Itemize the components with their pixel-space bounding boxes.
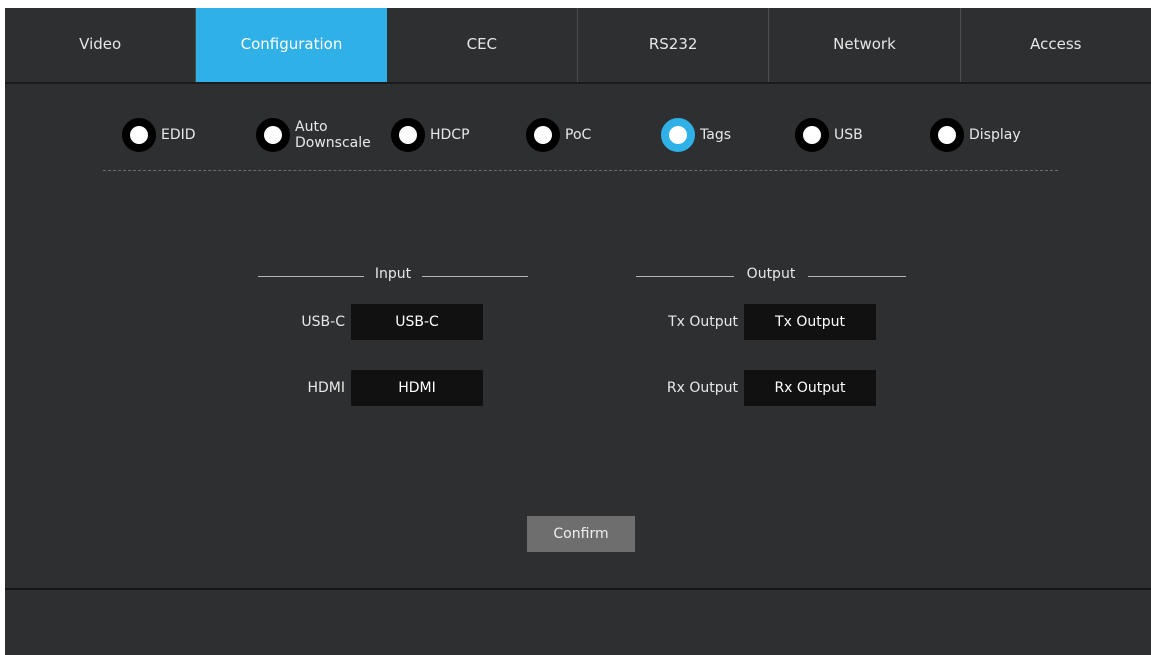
tab-divider [5, 82, 1151, 84]
option-label: EDID [161, 127, 196, 143]
output-tx-tag-field[interactable]: Tx Output [744, 304, 876, 340]
option-auto-downscale[interactable]: Auto Downscale [256, 118, 371, 152]
output-rx-label: Rx Output [666, 380, 738, 396]
output-tx-label: Tx Output [668, 314, 738, 330]
tab-cec[interactable]: CEC [387, 8, 578, 82]
option-label: Auto Downscale [295, 119, 371, 151]
input-usbc-tag-field[interactable]: USB-C [351, 304, 483, 340]
option-label-line1: Auto [295, 119, 328, 135]
tab-video[interactable]: Video [5, 8, 197, 82]
option-display[interactable]: Display [930, 118, 1021, 152]
option-edid[interactable]: EDID [122, 118, 196, 152]
output-section-title: Output [746, 266, 796, 282]
radio-icon [122, 118, 156, 152]
option-label: Tags [700, 127, 731, 143]
radio-selected-icon [661, 118, 695, 152]
radio-icon [526, 118, 560, 152]
output-rx-tag-field[interactable]: Rx Output [744, 370, 876, 406]
radio-icon [930, 118, 964, 152]
input-hdmi-label: HDMI [307, 380, 345, 396]
radio-icon [391, 118, 425, 152]
footer-divider [5, 588, 1151, 590]
dashed-divider [103, 170, 1058, 171]
option-label-line2: Downscale [295, 135, 371, 151]
option-usb[interactable]: USB [795, 118, 863, 152]
tab-network[interactable]: Network [769, 8, 961, 82]
tab-bar: Video Configuration CEC RS232 Network Ac… [5, 8, 1151, 82]
header-rule-right [808, 276, 906, 277]
radio-icon [795, 118, 829, 152]
output-section-header: Output [636, 266, 906, 286]
input-section-title: Input [374, 266, 412, 282]
option-label: HDCP [430, 127, 470, 143]
tab-access[interactable]: Access [961, 8, 1151, 82]
confirm-button[interactable]: Confirm [527, 516, 635, 552]
input-usbc-label: USB-C [301, 314, 345, 330]
tab-rs232[interactable]: RS232 [578, 8, 770, 82]
radio-icon [256, 118, 290, 152]
app-window: Video Configuration CEC RS232 Network Ac… [5, 8, 1151, 655]
option-label: USB [834, 127, 863, 143]
tab-configuration[interactable]: Configuration [196, 8, 387, 82]
option-hdcp[interactable]: HDCP [391, 118, 470, 152]
option-poc[interactable]: PoC [526, 118, 591, 152]
config-option-group: EDID Auto Downscale HDCP PoC Tags USB Di… [5, 114, 1151, 154]
input-hdmi-tag-field[interactable]: HDMI [351, 370, 483, 406]
option-tags[interactable]: Tags [661, 118, 731, 152]
option-label: Display [969, 127, 1021, 143]
input-section-header: Input [258, 266, 528, 286]
header-rule-right [422, 276, 528, 277]
option-label: PoC [565, 127, 592, 143]
